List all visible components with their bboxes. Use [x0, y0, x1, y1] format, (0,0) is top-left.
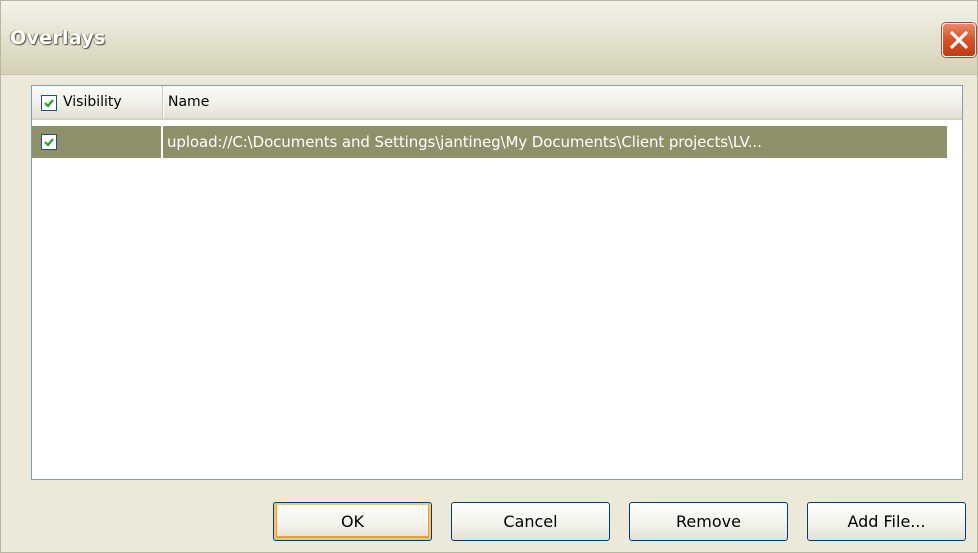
column-label-name: Name: [168, 94, 210, 110]
row-name-cell: upload://C:\Documents and Settings\janti…: [163, 126, 947, 158]
column-label-visibility: Visibility: [63, 94, 122, 110]
checkmark-icon: [44, 138, 54, 147]
add-file-button[interactable]: Add File...: [807, 502, 966, 541]
row-visibility-checkbox[interactable]: [41, 134, 57, 150]
table-row[interactable]: upload://C:\Documents and Settings\janti…: [32, 124, 962, 160]
list-header: Visibility Name: [32, 86, 962, 120]
title-bar[interactable]: Overlays: [1, 1, 977, 75]
remove-button[interactable]: Remove: [629, 502, 788, 541]
checkmark-icon: [44, 99, 54, 108]
close-icon: [950, 31, 968, 49]
cancel-button[interactable]: Cancel: [451, 502, 610, 541]
overlays-dialog: Overlays Visibility Name upload://C:\Doc…: [0, 0, 978, 553]
ok-button[interactable]: OK: [273, 502, 432, 541]
select-all-visibility-checkbox[interactable]: [41, 95, 57, 111]
column-header-name[interactable]: Name: [163, 86, 962, 118]
overlay-file-path: upload://C:\Documents and Settings\janti…: [167, 133, 762, 151]
row-visibility-cell: [32, 126, 161, 158]
overlays-list[interactable]: Visibility Name upload://C:\Documents an…: [31, 85, 963, 480]
column-header-visibility[interactable]: Visibility: [32, 86, 163, 118]
close-button[interactable]: [942, 23, 976, 57]
dialog-title: Overlays: [10, 27, 106, 49]
